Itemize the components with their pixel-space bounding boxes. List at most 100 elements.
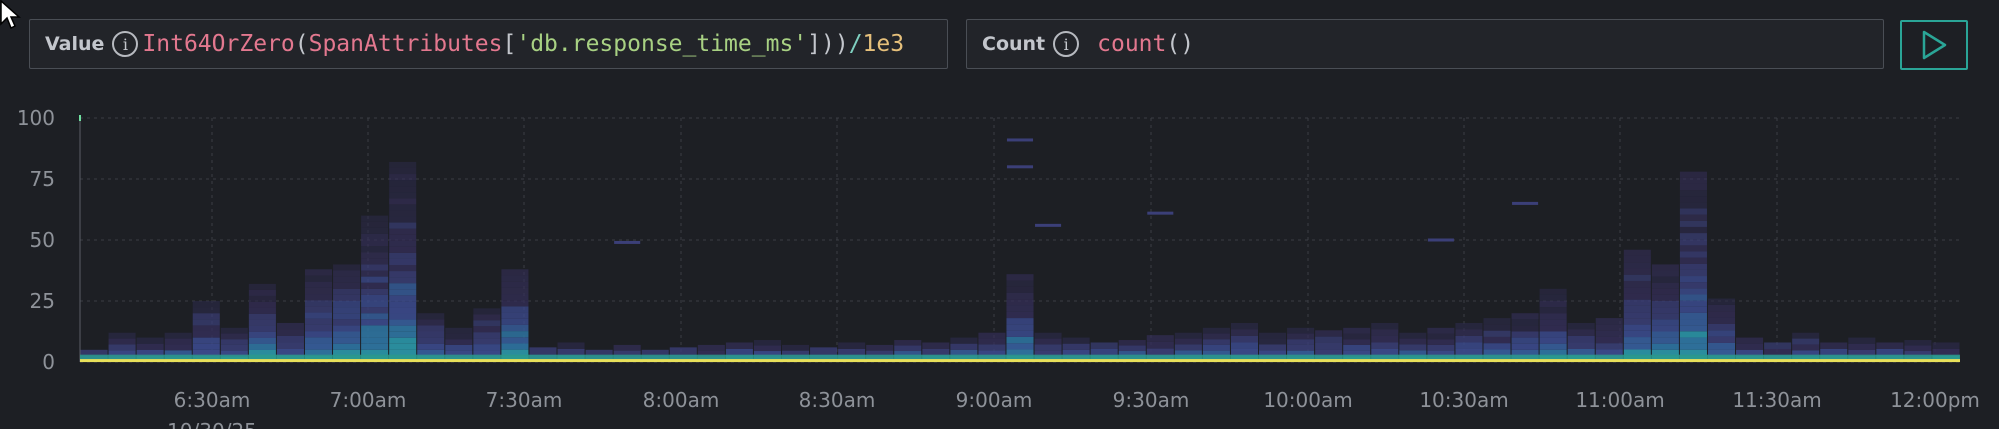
- heatmap-cell: [361, 264, 389, 271]
- heatmap-cell: [417, 337, 445, 344]
- heatmap-cell: [1595, 343, 1623, 350]
- heatmap-cell: [501, 318, 529, 325]
- heatmap-cell: [248, 289, 276, 296]
- heatmap-cell: [1399, 338, 1427, 345]
- heatmap-cell: [1595, 324, 1623, 331]
- heatmap-cell: [1707, 298, 1736, 305]
- heatmap-cell: [389, 301, 417, 308]
- heatmap-cell: [248, 301, 276, 308]
- heatmap-outlier: [1006, 138, 1034, 142]
- heatmap-cell: [389, 180, 417, 187]
- heatmap-cell: [389, 228, 417, 235]
- heatmap-cell: [1679, 276, 1707, 283]
- heatmap-cell: [1287, 344, 1315, 351]
- heatmap-cell: [1539, 294, 1567, 301]
- heatmap-cell: [192, 331, 220, 338]
- heatmap-cell: [613, 344, 641, 351]
- heatmap-cell: [1820, 348, 1848, 356]
- heatmap-cell: [473, 344, 501, 351]
- heatmap-peak-band: [80, 359, 1960, 363]
- heatmap-cell: [1006, 292, 1034, 300]
- heatmap-outlier: [1512, 201, 1539, 205]
- heatmap-cell: [1932, 342, 1960, 349]
- heatmap-cell: [1006, 305, 1034, 312]
- heatmap-cell: [1202, 333, 1230, 340]
- heatmap-cell: [417, 319, 445, 326]
- heatmap-cell: [248, 337, 276, 344]
- heatmap-cell: [1679, 319, 1707, 326]
- heatmap-cell: [361, 227, 389, 234]
- heatmap-cell: [1230, 329, 1259, 336]
- heatmap-cell: [389, 258, 417, 265]
- heatmap-cell: [1623, 293, 1651, 300]
- heatmap-cell: [389, 283, 417, 290]
- heatmap-cell: [838, 348, 866, 356]
- heatmap-cell: [248, 325, 276, 332]
- heatmap-cell: [501, 287, 529, 295]
- heatmap-cell: [1651, 343, 1679, 350]
- heatmap-cell: [192, 325, 220, 332]
- heatmap-cell: [1848, 337, 1876, 344]
- heatmap-cell: [473, 314, 501, 321]
- heatmap-cell: [1230, 348, 1259, 356]
- heatmap-cell: [417, 313, 445, 320]
- heatmap-cell: [1511, 325, 1539, 332]
- heatmap-cell: [248, 295, 276, 302]
- heatmap-cell: [1707, 317, 1736, 324]
- heatmap-cell: [1062, 343, 1090, 350]
- heatmap-cell: [1623, 305, 1651, 313]
- heatmap-cell: [361, 294, 389, 301]
- heatmap-cell: [1539, 288, 1567, 295]
- heatmap-cell: [445, 333, 473, 340]
- heatmap-cell: [389, 174, 417, 181]
- heatmap-cell: [276, 329, 304, 336]
- heatmap-cell: [1792, 344, 1820, 351]
- heatmap-cell: [276, 348, 304, 356]
- heatmap-cell: [1511, 337, 1539, 344]
- heatmap-cell: [248, 307, 276, 314]
- heatmap-cell: [1567, 335, 1595, 343]
- heatmap-cell: [333, 313, 361, 320]
- heatmap-cell: [1287, 339, 1315, 345]
- heatmap-cell: [1511, 331, 1539, 338]
- heatmap-cell: [1483, 336, 1511, 344]
- heatmap-cell: [1539, 331, 1567, 338]
- heatmap-cell: [389, 289, 417, 296]
- heatmap-cell: [361, 215, 389, 222]
- heatmap-cell: [1707, 336, 1736, 343]
- heatmap-low-band: [80, 354, 1960, 360]
- heatmap-cell: [1679, 239, 1707, 246]
- heatmap-cell: [978, 332, 1006, 339]
- heatmap-cell: [1623, 343, 1651, 350]
- heatmap-cell: [304, 324, 333, 332]
- heatmap-cell: [248, 331, 276, 338]
- heatmap-cell: [1483, 318, 1511, 325]
- heatmap-cell: [1904, 345, 1932, 352]
- heatmap-cell: [389, 186, 417, 193]
- heatmap-cell: [389, 204, 417, 211]
- heatmap-cell: [389, 319, 417, 326]
- heatmap-cell: [1455, 335, 1483, 343]
- heatmap-cell: [501, 337, 529, 344]
- heatmap-cell: [894, 345, 922, 352]
- heatmap-cell: [1623, 249, 1651, 256]
- heatmap-cell: [1679, 300, 1707, 307]
- heatmap-cell: [1679, 190, 1707, 197]
- heatmap-cell: [1679, 312, 1707, 320]
- heatmap-cell: [389, 313, 417, 320]
- heatmap-cell: [1679, 208, 1707, 215]
- heatmap-cell: [1623, 299, 1651, 306]
- heatmap-cell: [1707, 311, 1736, 318]
- heatmap-cell: [1932, 348, 1960, 356]
- heatmap-cell: [1455, 329, 1483, 336]
- heatmap-cell: [810, 347, 838, 355]
- heatmap-cell: [894, 340, 922, 346]
- x-tick-label: 10:00am: [1263, 388, 1352, 412]
- heatmap-cell: [1876, 342, 1904, 349]
- heatmap-cell: [669, 347, 697, 355]
- heatmap-cell: [1820, 342, 1848, 349]
- heatmap-cell: [1651, 337, 1679, 344]
- heatmap-cell: [248, 343, 276, 350]
- heatmap-cell: [1539, 313, 1567, 320]
- heatmap-cell: [1006, 299, 1034, 306]
